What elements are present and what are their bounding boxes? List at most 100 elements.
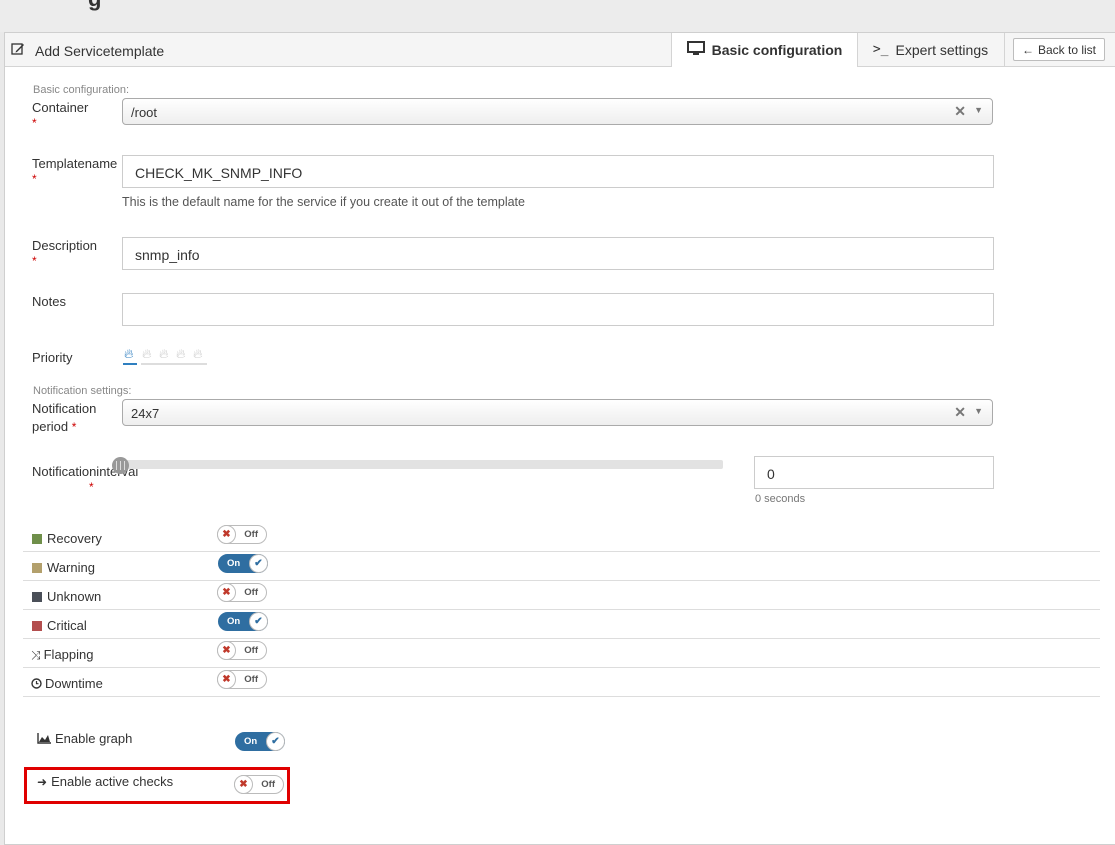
row-divider [23, 580, 1100, 581]
panel-title-text: Add Servicetemplate [35, 42, 165, 59]
back-to-list-button[interactable]: ← Back to list [1013, 38, 1105, 61]
row-divider [23, 696, 1100, 697]
critical-color-icon [32, 621, 42, 631]
page-heading-fragment: g [88, 0, 101, 12]
back-to-list-label: Back to list [1037, 42, 1097, 57]
page-top-strip: g [0, 0, 1115, 32]
clear-icon[interactable]: ✕ [954, 404, 966, 421]
random-icon: ⤨ [31, 648, 41, 662]
option-unknown: Unknown [32, 588, 101, 606]
templatename-label: Templatename [32, 156, 118, 171]
dropdown-arrow-icon: ▼ [974, 406, 983, 416]
flapping-toggle[interactable]: ✖ Off [217, 641, 267, 660]
toggle-state-text: Off [244, 674, 258, 685]
toggle-state-text: On [244, 736, 258, 747]
notification-settings-legend: Notification settings: [33, 385, 132, 397]
priority-fire-icon-1[interactable]: 🔥︎ [124, 346, 134, 362]
row-divider [23, 609, 1100, 610]
area-chart-icon [37, 731, 51, 749]
tab-basic-configuration[interactable]: Basic configuration [671, 33, 858, 67]
priority-underline [141, 363, 207, 365]
description-label: Description [32, 238, 98, 253]
option-warning-label: Warning [47, 560, 95, 575]
enable-active-checks-row: ➜ Enable active checks [37, 773, 173, 791]
critical-toggle[interactable]: On ✔ [218, 612, 268, 631]
downtime-toggle[interactable]: ✖ Off [217, 670, 267, 689]
priority-fire-icon-2[interactable]: 🔥︎ [142, 346, 152, 362]
option-recovery-label: Recovery [47, 531, 102, 546]
toggle-state-text: Off [261, 779, 275, 790]
notification-interval-value: 0 [767, 466, 775, 482]
warning-toggle[interactable]: On ✔ [218, 554, 268, 573]
x-icon: ✖ [217, 641, 236, 660]
option-flapping-label: Flapping [43, 647, 94, 662]
row-divider [23, 638, 1100, 639]
desktop-icon [686, 41, 705, 59]
recovery-color-icon [32, 534, 42, 544]
tab-expert-settings[interactable]: >_ Expert settings [857, 33, 1005, 66]
unknown-color-icon [32, 592, 42, 602]
notification-interval-slider-track[interactable] [118, 460, 723, 469]
check-icon: ✔ [249, 612, 268, 631]
enable-graph-label: Enable graph [55, 731, 133, 746]
edit-icon [11, 42, 27, 59]
tab-expert-label: Expert settings [895, 41, 989, 58]
toggle-state-text: On [227, 558, 241, 569]
panel-header: Add Servicetemplate Basic configuration … [5, 33, 1115, 67]
enable-graph-toggle[interactable]: On ✔ [235, 732, 285, 751]
panel-title: Add Servicetemplate [11, 42, 164, 59]
templatename-value: CHECK_MK_SNMP_INFO [135, 165, 303, 181]
priority-fire-icon-5[interactable]: 🔥︎ [193, 346, 203, 362]
x-icon: ✖ [217, 525, 236, 544]
container-label: Container [32, 100, 89, 115]
check-icon: ✔ [266, 732, 285, 751]
notification-period-label-line1: Notification [32, 401, 97, 416]
tab-basic-label: Basic configuration [711, 42, 843, 58]
x-icon: ✖ [217, 670, 236, 689]
dropdown-arrow-icon: ▼ [974, 105, 983, 115]
row-divider [23, 667, 1100, 668]
recovery-toggle[interactable]: ✖ Off [217, 525, 267, 544]
required-marker: * [32, 254, 37, 268]
clear-icon[interactable]: ✕ [954, 103, 966, 120]
required-marker: * [71, 420, 77, 434]
enable-active-checks-toggle[interactable]: ✖ Off [234, 775, 284, 794]
unknown-toggle[interactable]: ✖ Off [217, 583, 267, 602]
option-unknown-label: Unknown [47, 589, 102, 604]
required-marker: * [32, 116, 37, 130]
priority-label: Priority [32, 350, 73, 365]
x-icon: ✖ [234, 775, 253, 794]
toggle-state-text: On [227, 616, 241, 627]
container-select[interactable]: /root ✕ ▼ [122, 98, 993, 125]
row-divider [23, 551, 1100, 552]
check-icon: ✔ [249, 554, 268, 573]
option-downtime-label: Downtime [45, 676, 103, 691]
required-marker: * [32, 172, 37, 186]
sign-in-icon: ➜ [37, 775, 48, 789]
container-value: /root [131, 105, 158, 120]
notification-interval-input[interactable]: 0 [754, 456, 994, 489]
priority-fire-icon-3[interactable]: 🔥︎ [159, 346, 169, 362]
templatename-input[interactable]: CHECK_MK_SNMP_INFO [122, 155, 994, 188]
priority-underline-active [123, 363, 137, 365]
notes-label: Notes [32, 294, 66, 309]
notification-period-label-line2: period [32, 419, 69, 434]
description-input[interactable]: snmp_info [122, 237, 994, 270]
notification-interval-slider-handle[interactable] [112, 457, 129, 474]
option-warning: Warning [32, 559, 95, 577]
priority-fire-icon-4[interactable]: 🔥︎ [176, 346, 186, 362]
x-icon: ✖ [217, 583, 236, 602]
option-critical-label: Critical [47, 618, 87, 633]
notes-input[interactable] [122, 293, 994, 326]
notification-period-select[interactable]: 24x7 ✕ ▼ [122, 399, 993, 426]
terminal-icon: >_ [872, 42, 889, 57]
toggle-state-text: Off [244, 587, 258, 598]
enable-active-checks-label: Enable active checks [51, 774, 174, 789]
notification-interval-unit: 0 seconds [755, 493, 806, 505]
toggle-state-text: Off [244, 529, 258, 540]
option-recovery: Recovery [32, 530, 102, 548]
arrow-left-icon: ← [1021, 42, 1034, 57]
required-marker: * [89, 480, 94, 494]
servicetemplate-panel: Add Servicetemplate Basic configuration … [4, 32, 1115, 845]
notification-period-value: 24x7 [131, 406, 160, 421]
